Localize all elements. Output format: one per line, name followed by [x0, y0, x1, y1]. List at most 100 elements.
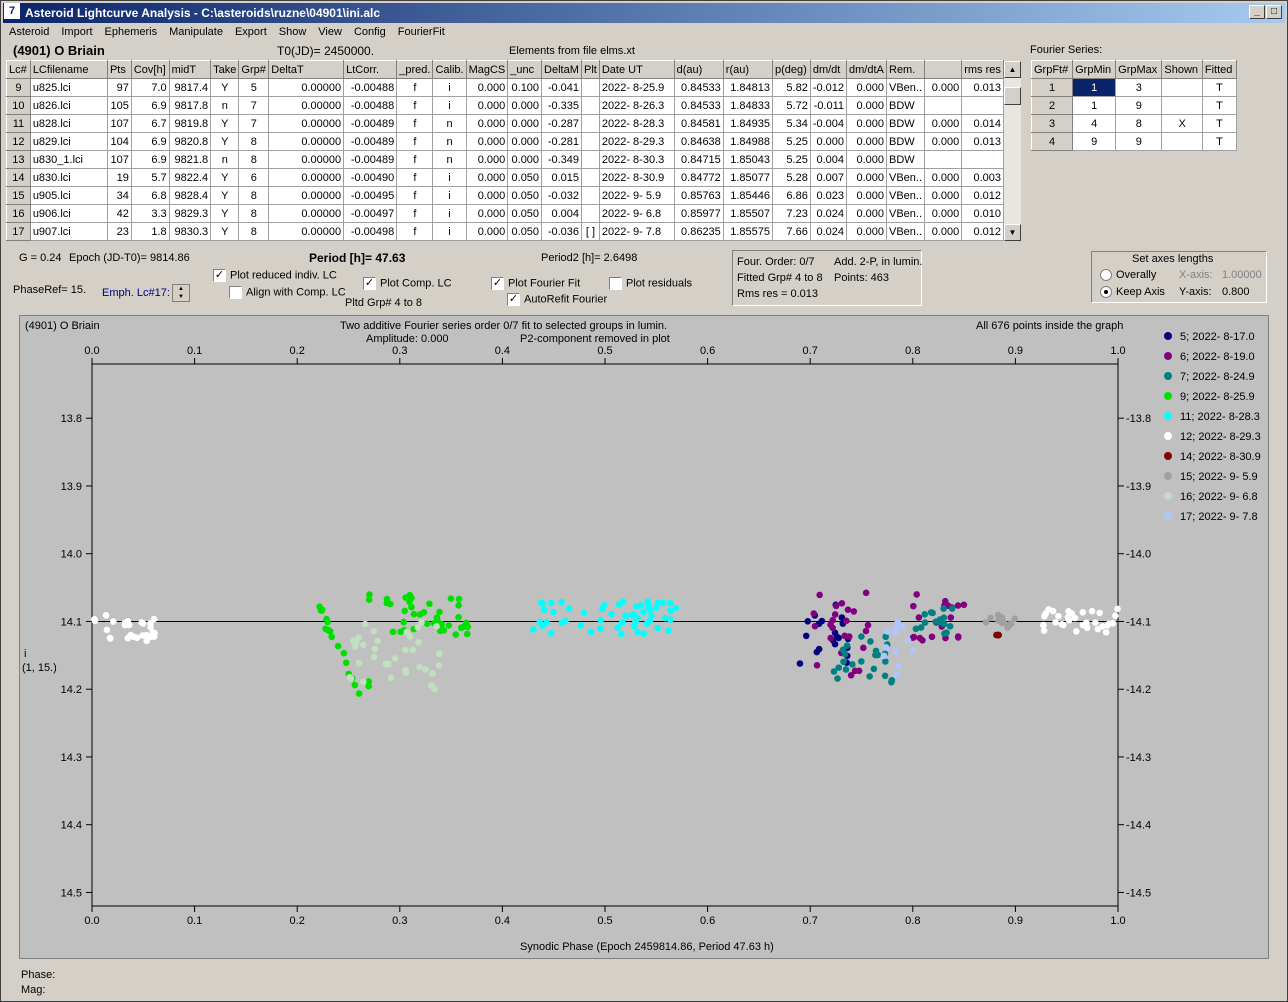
menu-fourierfit[interactable]: FourierFit: [392, 24, 451, 42]
period2-value[interactable]: Period2 [h]= 2.6498: [541, 252, 637, 264]
table-cell[interactable]: 0.000: [924, 114, 963, 133]
table-cell[interactable]: -0.00490: [343, 168, 398, 187]
fourier-cell[interactable]: 2: [1030, 96, 1074, 115]
table-cell[interactable]: 9820.8: [168, 132, 212, 151]
table-cell[interactable]: 1.85077: [722, 168, 774, 187]
table-cell[interactable]: 0.00000: [268, 204, 345, 223]
table-row[interactable]: 10 u826.lci 105 6.9 9817.8 n 7 0.00000 -0.00488 f…: [6, 96, 1004, 115]
table-cell[interactable]: 107: [106, 114, 132, 133]
table-cell[interactable]: 5.34: [772, 114, 811, 133]
table-cell[interactable]: 9821.8: [168, 150, 212, 169]
table-cell[interactable]: f: [396, 132, 434, 151]
fourier-row[interactable]: 348XT: [1030, 114, 1238, 133]
table-cell[interactable]: -0.011: [809, 96, 848, 115]
table-cell[interactable]: -0.00498: [343, 222, 398, 241]
table-cell[interactable]: 17: [6, 222, 31, 241]
table-cell[interactable]: -0.032: [541, 186, 583, 205]
maximize-button[interactable]: □: [1266, 5, 1282, 19]
table-cell[interactable]: 0.000: [924, 204, 963, 223]
col-header[interactable]: Pts: [106, 60, 132, 79]
table-cell[interactable]: 0.050: [507, 186, 543, 205]
table-cell[interactable]: i: [432, 186, 467, 205]
table-cell[interactable]: n: [432, 150, 467, 169]
plot-residuals-checkbox[interactable]: Plot residuals: [609, 277, 692, 290]
table-cell[interactable]: [ ]: [581, 222, 600, 241]
table-cell[interactable]: 0.000: [507, 114, 543, 133]
table-cell[interactable]: 0.015: [541, 168, 583, 187]
fourier-cell[interactable]: 9: [1072, 132, 1117, 151]
col-header[interactable]: Take: [210, 60, 240, 79]
col-header[interactable]: DeltaT: [268, 60, 345, 79]
table-cell[interactable]: 0.000: [924, 78, 963, 97]
table-cell[interactable]: 0.000: [507, 96, 543, 115]
table-cell[interactable]: Y: [210, 186, 240, 205]
col-header[interactable]: r(au): [722, 60, 774, 79]
emph-spinner[interactable]: ▲ ▼: [172, 284, 190, 302]
fourier-cell[interactable]: 1: [1030, 78, 1074, 97]
table-cell[interactable]: 1.84813: [722, 78, 774, 97]
table-cell[interactable]: n: [210, 96, 240, 115]
table-cell[interactable]: 9828.4: [168, 186, 212, 205]
table-cell[interactable]: 9817.4: [168, 78, 212, 97]
table-cell[interactable]: VBen..: [885, 222, 926, 241]
table-cell[interactable]: 0.000: [924, 168, 963, 187]
fourier-cell[interactable]: [1161, 96, 1203, 115]
table-cell[interactable]: -0.00489: [343, 150, 398, 169]
table-cell[interactable]: VBen..: [885, 78, 926, 97]
table-cell[interactable]: 0.000: [846, 114, 887, 133]
table-cell[interactable]: 1.84833: [722, 96, 774, 115]
table-cell[interactable]: BDW: [885, 150, 926, 169]
table-cell[interactable]: u830.lci: [29, 168, 108, 187]
menu-show[interactable]: Show: [273, 24, 313, 42]
col-header[interactable]: _unc: [507, 60, 543, 79]
table-cell[interactable]: 6.86: [772, 186, 811, 205]
table-cell[interactable]: i: [432, 204, 467, 223]
table-cell[interactable]: 0.004: [541, 204, 583, 223]
table-cell[interactable]: Y: [210, 168, 240, 187]
table-cell[interactable]: 2022- 8-28.3: [598, 114, 675, 133]
table-cell[interactable]: 6.9: [130, 132, 170, 151]
fourier-series-table[interactable]: GrpFt# GrpMin GrpMax Shown Fitted 1 1 3 T 2 1 9 T 3 4 8…: [1030, 60, 1238, 151]
table-cell[interactable]: 7: [238, 114, 270, 133]
table-cell[interactable]: -0.00489: [343, 114, 398, 133]
fourier-cell[interactable]: T: [1201, 78, 1238, 97]
fourier-cell[interactable]: T: [1201, 114, 1238, 133]
col-header[interactable]: Plt: [581, 60, 600, 79]
table-cell[interactable]: 0.050: [507, 222, 543, 241]
col-header[interactable]: Cov[h]: [130, 60, 170, 79]
table-cell[interactable]: 7.0: [130, 78, 170, 97]
col-header[interactable]: midT: [168, 60, 212, 79]
table-cell[interactable]: 7.66: [772, 222, 811, 241]
lightcurve-table[interactable]: Lc# LCfilename Pts Cov[h] midT Take Grp# DeltaT…: [6, 60, 1004, 241]
table-cell[interactable]: 3.3: [130, 204, 170, 223]
menu-config[interactable]: Config: [348, 24, 392, 42]
scroll-up-icon[interactable]: ▲: [1004, 61, 1021, 78]
table-cell[interactable]: 10: [6, 96, 31, 115]
table-cell[interactable]: 9830.3: [168, 222, 212, 241]
plot-reduced-checkbox[interactable]: ✓ Plot reduced indiv. LC: [213, 269, 337, 282]
fourier-cell[interactable]: X: [1161, 114, 1203, 133]
table-cell[interactable]: f: [396, 204, 434, 223]
table-cell[interactable]: 6.8: [130, 186, 170, 205]
table-cell[interactable]: VBen..: [885, 168, 926, 187]
col-header[interactable]: Grp#: [238, 60, 270, 79]
table-cell[interactable]: 0.00000: [268, 132, 345, 151]
scroll-down-icon[interactable]: ▼: [1004, 224, 1021, 241]
table-cell[interactable]: u907.lci: [29, 222, 108, 241]
table-cell[interactable]: -0.281: [541, 132, 583, 151]
table-row[interactable]: 17 u907.lci 23 1.8 9830.3 Y 8 0.00000 -0.00498 f i…: [6, 222, 1004, 241]
table-cell[interactable]: 9829.3: [168, 204, 212, 223]
table-cell[interactable]: 23: [106, 222, 132, 241]
fourier-row[interactable]: 219 T: [1030, 96, 1238, 115]
table-cell[interactable]: [581, 186, 600, 205]
table-cell[interactable]: [924, 96, 963, 115]
fourier-cell[interactable]: [1161, 78, 1203, 97]
col-header[interactable]: LCfilename: [29, 60, 108, 79]
table-cell[interactable]: 34: [106, 186, 132, 205]
table-cell[interactable]: Y: [210, 114, 240, 133]
table-cell[interactable]: 9819.8: [168, 114, 212, 133]
table-cell[interactable]: 0.000: [465, 150, 509, 169]
table-cell[interactable]: 0.00000: [268, 114, 345, 133]
col-header[interactable]: p(deg): [772, 60, 811, 79]
table-cell[interactable]: i: [432, 78, 467, 97]
